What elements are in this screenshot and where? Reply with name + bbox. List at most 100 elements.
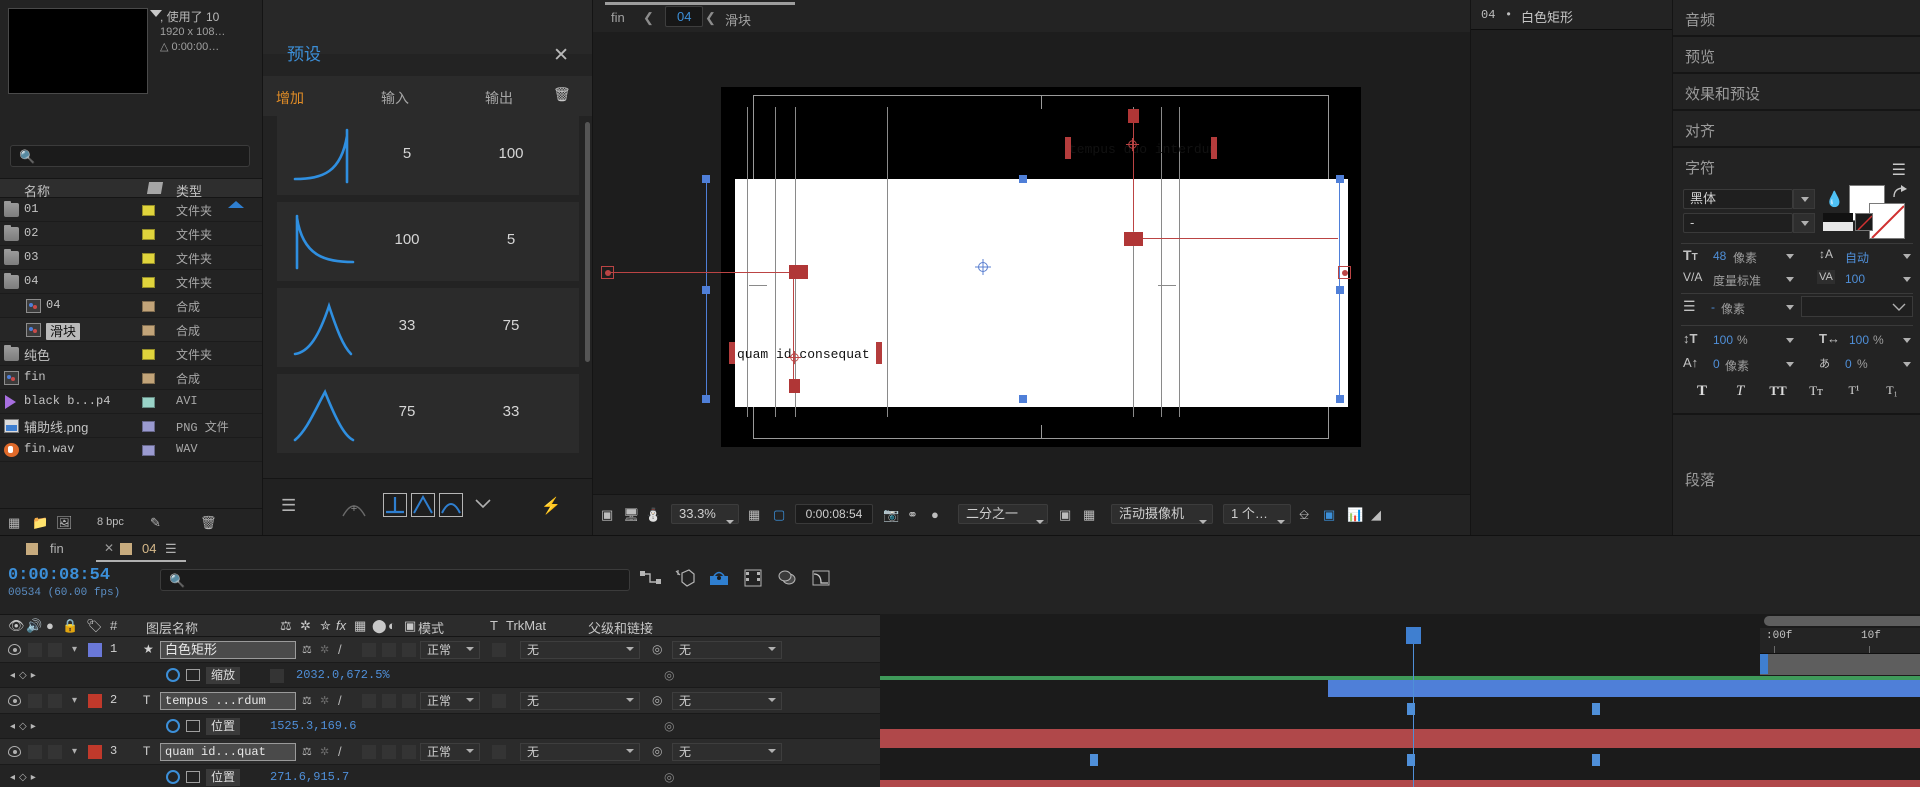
property-value[interactable]: 1525.3,169.6 (270, 719, 356, 733)
property-pickwhip-icon[interactable]: ◎ (664, 770, 674, 784)
keyframe-marker[interactable] (1592, 703, 1600, 715)
resolution-caret-icon[interactable] (1036, 512, 1044, 527)
column-header-hash[interactable]: # (110, 618, 117, 633)
font-size-value[interactable]: 48 (1713, 249, 1726, 263)
layer-switch-parent-icon[interactable]: ⚖ (302, 745, 312, 758)
delete-icon[interactable]: 🗑 (200, 515, 217, 531)
breadcrumb-current-comp[interactable]: 04 (665, 6, 704, 27)
timeline-track-area[interactable]: :00f10f20f30f40f50f09:00f10f20f30f40f50f… (880, 614, 1920, 787)
project-info-disclosure-icon[interactable] (150, 10, 162, 17)
column-header-add[interactable]: 增加 (276, 88, 304, 108)
camera-dropdown[interactable]: 活动摄像机 (1111, 504, 1213, 524)
preset-scrollbar[interactable] (585, 122, 590, 362)
keyframe-marker[interactable] (1090, 754, 1098, 766)
stopwatch-icon[interactable] (166, 719, 180, 733)
channel-rgb-icon[interactable]: ● (931, 507, 939, 522)
timeline-search-field[interactable] (191, 573, 611, 587)
label-color-swatch[interactable] (142, 373, 155, 384)
stroke-width-caret-icon[interactable] (1786, 305, 1794, 310)
timeline-property-row[interactable]: ◂◇▸ 位置 271.6,915.7 ◎ (0, 765, 880, 787)
transparency-grid-icon[interactable]: ▦ (1083, 507, 1095, 523)
timeline-tab-menu-icon[interactable]: ☰ (165, 541, 177, 557)
arc-add-icon[interactable]: + (341, 496, 367, 523)
text2-anchor-icon[interactable] (787, 350, 802, 365)
layer-disclosure-icon[interactable]: ▾ (72, 746, 77, 757)
project-item-row[interactable]: fin 合成 (0, 366, 262, 390)
layer-blend-mode[interactable]: 正常 (420, 641, 480, 659)
triangle-shape-icon[interactable] (411, 493, 435, 522)
property-value[interactable]: 2032.0,672.5% (296, 668, 390, 682)
property-graph-icon[interactable] (186, 669, 200, 681)
trash-icon[interactable]: 🗑 (553, 86, 571, 103)
text1-keyframe-path-node[interactable] (1128, 109, 1139, 123)
layer-trkmat-toggle[interactable] (492, 745, 506, 759)
timeline-work-area[interactable]: expand beginexpand end (1760, 654, 1920, 675)
timeline-playhead[interactable] (1413, 628, 1414, 787)
layer-switch-draft-icon[interactable]: / (338, 744, 342, 759)
label-color-swatch[interactable] (142, 349, 155, 360)
column-header-input[interactable]: 输入 (381, 88, 409, 108)
project-item-row[interactable]: ▸02文件夹 (0, 222, 262, 246)
text2-keyframe-path-node[interactable] (789, 379, 800, 393)
text-style-button-2[interactable]: TT (1763, 383, 1793, 399)
leading-caret-icon[interactable] (1903, 254, 1911, 259)
preset-row[interactable]: 100 5 (277, 202, 579, 281)
preset-input-value[interactable]: 5 (377, 145, 437, 162)
timeline-layer-row[interactable]: ▾ 3 Tquam id...quat ⚖ ✲ / 正常 无 ◎ 无 (0, 739, 880, 765)
text1-path-endpoint[interactable] (1338, 266, 1351, 279)
step-shape-icon[interactable] (383, 493, 407, 522)
vertical-scale-caret-icon[interactable] (1786, 338, 1794, 343)
no-color-icon[interactable] (1855, 213, 1873, 231)
layer-switch-box-3[interactable] (402, 694, 416, 708)
baseline-shift-caret-icon[interactable] (1786, 362, 1794, 367)
layer-disclosure-icon[interactable]: ▾ (72, 695, 77, 706)
parent-link-icon[interactable] (640, 568, 662, 593)
layer-parent-dropdown[interactable]: 无 (672, 641, 782, 659)
region-mask-icon[interactable]: ▣ (1059, 507, 1071, 523)
layer-audio-toggle[interactable] (28, 694, 42, 708)
paragraph-panel-header[interactable]: 段落 (1673, 460, 1920, 497)
layer-switch-parent-icon[interactable]: ⚖ (302, 643, 312, 656)
resolution-dropdown[interactable]: 二分之一 (958, 504, 1048, 524)
font-family-dropdown-icon[interactable] (1793, 189, 1815, 209)
always-preview-icon[interactable]: ▣ (601, 507, 613, 523)
label-color-swatch[interactable] (142, 445, 155, 456)
fast-preview-icon[interactable]: ▣ (1323, 507, 1335, 523)
stroke-color-swatch[interactable] (1869, 203, 1905, 239)
timeline-current-time[interactable]: 0:00:08:54 00534 (60.00 fps) (8, 566, 168, 599)
text-style-button-5[interactable]: T₁ (1877, 383, 1907, 398)
kerning-value[interactable]: 度量标准 (1713, 272, 1761, 289)
layer-blend-mode[interactable]: 正常 (420, 692, 480, 710)
layer-switch-box-1[interactable] (362, 745, 376, 759)
layer-visibility-icon[interactable] (8, 644, 21, 655)
timeline-property-row[interactable]: ◂◇▸ 位置 1525.3,169.6 ◎ (0, 714, 880, 739)
layer-solo-toggle[interactable] (48, 745, 62, 759)
motion-blur-icon[interactable] (708, 568, 730, 593)
text1-anchor-icon[interactable] (1125, 137, 1140, 152)
selection-handle-tr[interactable] (1336, 175, 1344, 183)
layer-parent-pickwhip-icon[interactable]: ◎ (652, 693, 662, 707)
label-color-swatch[interactable] (142, 229, 155, 240)
preset-output-value[interactable]: 75 (481, 317, 541, 334)
label-color-swatch[interactable] (142, 421, 155, 432)
project-item-row[interactable]: 辅助线.png PNG 文件 (0, 414, 262, 438)
layer-solo-toggle[interactable] (48, 643, 62, 657)
preset-row[interactable]: 5 100 (277, 116, 579, 195)
timeline-layer-row[interactable]: ▾ 1 ★ 白色矩形 ⚖ ✲ / 正常 无 ◎ 无 (0, 637, 880, 663)
stroke-width-value[interactable]: - (1711, 300, 1715, 314)
label-color-swatch[interactable] (142, 301, 155, 312)
tsume-caret-icon[interactable] (1903, 362, 1911, 367)
preset-row[interactable]: 75 33 (277, 374, 579, 453)
project-item-row[interactable]: black b...p4 AVI (0, 390, 262, 414)
layer-switch-box-2[interactable] (382, 694, 396, 708)
layer-panel-comp[interactable]: 04 (1481, 8, 1495, 22)
layer-parent[interactable]: 无 (520, 692, 640, 710)
property-graph-icon[interactable] (186, 720, 200, 732)
layer-disclosure-icon[interactable]: ▾ (72, 644, 77, 655)
layer-switch-star-icon[interactable]: ✲ (320, 643, 329, 656)
column-header-mode[interactable]: 模式 (418, 618, 444, 637)
property-name[interactable]: 缩放 (206, 667, 241, 684)
layer-switch-box-3[interactable] (402, 745, 416, 759)
anchor-point-icon[interactable] (975, 259, 991, 275)
stage-text-layer-1[interactable]: tempus duo interdum (1069, 142, 1217, 157)
